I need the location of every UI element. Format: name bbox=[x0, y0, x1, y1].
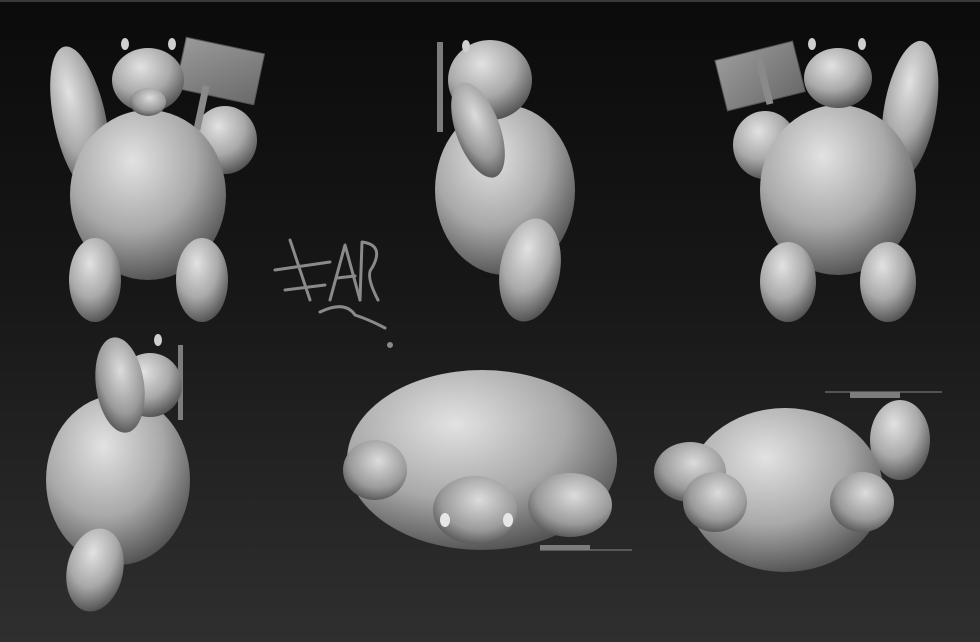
signature-scribble bbox=[273, 238, 393, 348]
figure-back-view bbox=[714, 38, 939, 322]
sculpt-turnaround-canvas bbox=[46, 36, 942, 612]
figure-left-side-view bbox=[46, 334, 190, 612]
figure-side-view bbox=[435, 40, 575, 322]
figure-underside-view bbox=[654, 391, 942, 572]
figure-top-view bbox=[343, 370, 632, 551]
figure-front-view bbox=[50, 36, 266, 322]
